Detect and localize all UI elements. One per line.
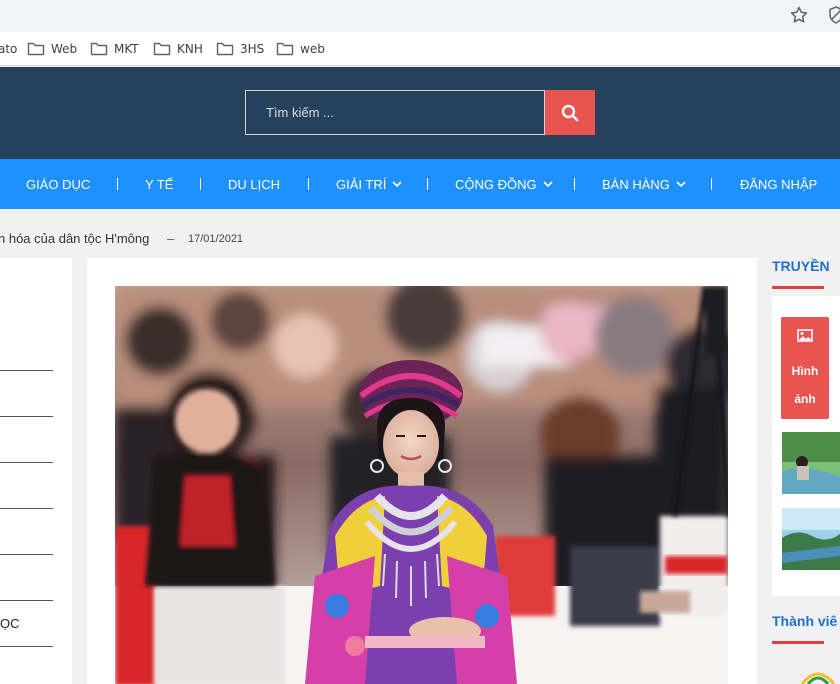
- image-icon: [797, 329, 813, 342]
- thumbnail-image[interactable]: [782, 508, 840, 570]
- nav-divider: [117, 178, 118, 190]
- nav-divider: [427, 178, 428, 190]
- nav-divider: [711, 178, 712, 190]
- folder-icon: [276, 42, 294, 56]
- browser-toolbar: [0, 0, 840, 32]
- nav-item-y-te[interactable]: Y TẾ: [145, 159, 173, 209]
- search-form: [245, 90, 595, 135]
- bookmark-label: 3HS: [240, 42, 265, 56]
- list-divider: [0, 462, 53, 463]
- bookmark-label: web: [300, 42, 325, 56]
- bookmark-folder-mkt[interactable]: MKT: [90, 40, 139, 58]
- search-button[interactable]: [545, 90, 595, 135]
- shield-icon[interactable]: [826, 5, 840, 25]
- nav-item-ban-hang[interactable]: BÁN HÀNG: [602, 159, 686, 209]
- site-header: [0, 67, 840, 159]
- nav-item-du-lich[interactable]: DU LỊCH: [228, 159, 280, 209]
- article-featured-image[interactable]: [115, 286, 728, 684]
- title-underline: [772, 286, 824, 289]
- list-divider: [0, 416, 53, 417]
- thumbnail-image[interactable]: [782, 432, 840, 494]
- section-title-thanh-vien: Thành viê: [772, 613, 838, 629]
- nav-item-giai-tri[interactable]: GIẢI TRÍ: [336, 159, 402, 209]
- bookmark-item[interactable]: ato: [0, 40, 17, 58]
- category-images-button[interactable]: Hình ảnh: [781, 317, 829, 419]
- bookmark-label: MKT: [114, 42, 139, 56]
- folder-icon: [90, 42, 108, 56]
- bookmark-folder-knh[interactable]: KNH: [153, 40, 203, 58]
- bookmark-folder-3hs[interactable]: 3HS: [216, 40, 264, 58]
- logo-icon: [800, 672, 836, 684]
- section-title-truyen: TRUYỀN: [772, 258, 830, 274]
- folder-icon: [216, 42, 234, 56]
- list-divider: [0, 370, 53, 371]
- sidebar-list-item[interactable]: ỌC: [0, 616, 20, 631]
- chevron-down-icon: [392, 180, 402, 187]
- nav-item-giao-duc[interactable]: GIÁO DỤC: [26, 159, 90, 209]
- nav-divider: [200, 178, 201, 190]
- bookmark-label: KNH: [177, 42, 203, 56]
- list-divider: [0, 646, 53, 647]
- bookmark-label: ato: [0, 42, 18, 56]
- nav-item-label: DU LỊCH: [228, 176, 281, 192]
- nav-item-label: GIẢI TRÍ: [336, 176, 387, 192]
- list-divider: [0, 508, 53, 509]
- folder-icon: [153, 42, 171, 56]
- nav-item-dang-nhap[interactable]: ĐĂNG NHẬP: [740, 159, 817, 209]
- nav-item-label: Y TẾ: [145, 176, 174, 192]
- article-breadcrumb-title[interactable]: n hóa của dân tộc H'mông: [0, 231, 149, 246]
- chevron-down-icon: [543, 180, 553, 187]
- category-label: ảnh: [794, 392, 816, 406]
- article-date: 17/01/2021: [188, 233, 244, 245]
- breadcrumb-separator: –: [167, 231, 175, 246]
- folder-icon: [27, 42, 45, 56]
- main-nav: GIÁO DỤC Y TẾ DU LỊCH GIẢI TRÍ CỘNG ĐỒNG…: [0, 159, 840, 209]
- bookmark-folder-web[interactable]: Web: [27, 40, 77, 58]
- bookmark-folder-web2[interactable]: web: [276, 40, 325, 58]
- nav-item-label: CỘNG ĐỒNG: [455, 176, 537, 192]
- list-divider: [0, 600, 53, 601]
- article-card: [87, 258, 757, 684]
- nav-item-label: GIÁO DỤC: [26, 176, 91, 192]
- title-underline: [772, 641, 824, 644]
- category-label: Hình: [791, 364, 819, 378]
- nav-item-label: BÁN HÀNG: [602, 176, 670, 192]
- bookmarks-bar: ato Web MKT KNH 3HS web: [0, 32, 840, 66]
- nav-item-label: ĐĂNG NHẬP: [740, 176, 818, 192]
- nav-divider: [308, 178, 309, 190]
- nav-item-cong-dong[interactable]: CỘNG ĐỒNG: [455, 159, 553, 209]
- chevron-down-icon: [676, 180, 686, 187]
- list-divider: [0, 554, 53, 555]
- bookmark-label: Web: [51, 42, 78, 56]
- search-icon: [561, 104, 579, 121]
- star-icon[interactable]: [789, 5, 809, 25]
- nav-divider: [574, 178, 575, 190]
- search-input[interactable]: [245, 90, 545, 135]
